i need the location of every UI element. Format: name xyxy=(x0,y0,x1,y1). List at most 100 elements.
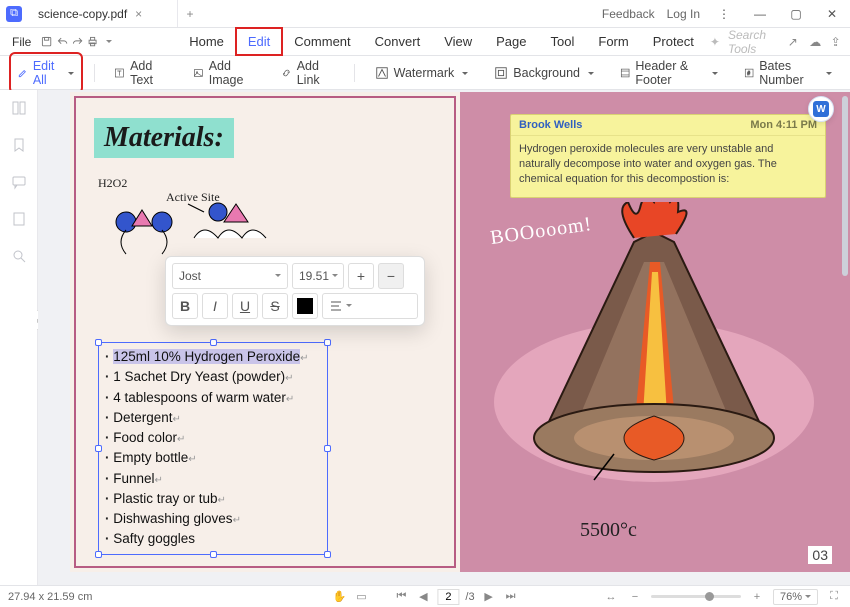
ribbon-tabs: Home Edit Comment Convert View Page Tool… xyxy=(177,28,706,55)
tab-edit[interactable]: Edit xyxy=(236,28,282,55)
thumbnails-icon[interactable] xyxy=(11,100,27,119)
page-left: Materials: H2O2 Active Site xyxy=(70,92,460,572)
open-external-icon[interactable]: ↗ xyxy=(788,35,801,49)
vertical-scrollbar[interactable] xyxy=(842,96,848,276)
minimize-icon[interactable]: — xyxy=(748,3,772,25)
next-page-icon[interactable]: ▶ xyxy=(481,589,497,605)
list-item[interactable]: Plastic tray or tub↵ xyxy=(105,489,321,509)
tab-page[interactable]: Page xyxy=(484,28,538,55)
redo-icon[interactable] xyxy=(72,33,83,51)
document-tab[interactable]: science-copy.pdf × xyxy=(28,0,178,27)
zoom-in-icon[interactable]: + xyxy=(749,589,765,605)
page-current-input[interactable] xyxy=(437,589,459,605)
login-link[interactable]: Log In xyxy=(667,7,700,21)
fit-width-icon[interactable]: ↔ xyxy=(603,589,619,605)
header-footer-button[interactable]: Header & Footer xyxy=(614,55,724,91)
close-window-icon[interactable]: ✕ xyxy=(820,3,844,25)
text-format-popup[interactable]: Jost 19.51 + − B I U S xyxy=(165,256,425,326)
page-right: Brook Wells Mon 4:11 PM Hydrogen peroxid… xyxy=(460,92,850,572)
font-size-select[interactable]: 19.51 xyxy=(292,263,344,289)
tab-protect[interactable]: Protect xyxy=(641,28,706,55)
list-item[interactable]: Empty bottle↵ xyxy=(105,448,321,468)
note-body: Hydrogen peroxide molecules are very uns… xyxy=(511,136,825,197)
list-item[interactable]: 1 Sachet Dry Yeast (powder)↵ xyxy=(105,367,321,387)
list-item[interactable]: Funnel↵ xyxy=(105,469,321,489)
molecule-doodle: H2O2 Active Site xyxy=(98,182,298,262)
tab-convert[interactable]: Convert xyxy=(363,28,433,55)
active-site-label: Active Site xyxy=(166,190,220,205)
app-icon: ⧉ xyxy=(0,0,28,27)
italic-button[interactable]: I xyxy=(202,293,228,319)
add-tab-button[interactable]: + xyxy=(178,0,202,27)
select-tool-icon[interactable]: ▭ xyxy=(353,589,369,605)
hand-tool-icon[interactable]: ✋ xyxy=(331,589,347,605)
search-tools-input[interactable]: Search Tools xyxy=(728,28,780,56)
tab-comment[interactable]: Comment xyxy=(282,28,362,55)
quick-dropdown[interactable] xyxy=(102,33,113,51)
note-author: Brook Wells xyxy=(519,119,582,131)
maximize-icon[interactable]: ▢ xyxy=(784,3,808,25)
convert-word-icon[interactable]: W xyxy=(808,96,834,122)
h2o2-label: H2O2 xyxy=(98,176,127,191)
increase-size-button[interactable]: + xyxy=(348,263,374,289)
list-item[interactable]: Dishwashing gloves↵ xyxy=(105,509,321,529)
comment-panel-icon[interactable] xyxy=(11,174,27,193)
print-icon[interactable] xyxy=(87,33,98,51)
zoom-value: 76% xyxy=(773,589,818,605)
list-item[interactable]: Safty goggles xyxy=(105,529,321,549)
list-item[interactable]: 4 tablespoons of warm water↵ xyxy=(105,388,321,408)
document-area: Materials: H2O2 Active Site xyxy=(38,90,850,585)
tab-tool[interactable]: Tool xyxy=(539,28,587,55)
save-icon[interactable] xyxy=(41,33,52,51)
zoom-out-icon[interactable]: − xyxy=(627,589,643,605)
sticky-note[interactable]: Brook Wells Mon 4:11 PM Hydrogen peroxid… xyxy=(510,114,826,198)
cloud-icon[interactable]: ☁ xyxy=(809,35,822,49)
list-item[interactable]: 125ml 10% Hydrogen Peroxide↵ xyxy=(105,347,321,367)
tab-filename: science-copy.pdf xyxy=(38,7,127,21)
last-page-icon[interactable]: ⏭ xyxy=(503,589,519,605)
list-item[interactable]: Food color↵ xyxy=(105,428,321,448)
add-image-button[interactable]: Add Image xyxy=(187,55,261,91)
first-page-icon[interactable]: ⏮ xyxy=(393,589,409,605)
font-family-select[interactable]: Jost xyxy=(172,263,288,289)
font-color-button[interactable] xyxy=(292,293,318,319)
add-link-button[interactable]: Add Link xyxy=(275,55,340,91)
page-number-label: 03 xyxy=(808,546,832,564)
feedback-link[interactable]: Feedback xyxy=(602,7,655,21)
edit-all-button[interactable]: Edit All xyxy=(12,55,80,91)
bates-number-button[interactable]: #Bates Number xyxy=(738,55,838,91)
bold-button[interactable]: B xyxy=(172,293,198,319)
prev-page-icon[interactable]: ◀ xyxy=(415,589,431,605)
page-dimensions: 27.94 x 21.59 cm xyxy=(8,591,92,603)
title-bar: ⧉ science-copy.pdf × + Feedback Log In ⋮… xyxy=(0,0,850,28)
undo-icon[interactable] xyxy=(57,33,68,51)
svg-text:#: # xyxy=(747,70,750,76)
file-menu[interactable]: File xyxy=(6,31,37,53)
add-text-button[interactable]: Add Text xyxy=(108,55,173,91)
background-button[interactable]: Background xyxy=(488,62,600,84)
bookmark-icon[interactable] xyxy=(11,137,27,156)
tab-form[interactable]: Form xyxy=(586,28,640,55)
fullscreen-icon[interactable]: ⛶ xyxy=(826,589,842,605)
share-icon[interactable]: ⇪ xyxy=(831,35,844,49)
list-item[interactable]: Detergent↵ xyxy=(105,408,321,428)
zoom-slider[interactable] xyxy=(651,595,741,598)
search-panel-icon[interactable] xyxy=(11,248,27,267)
decrease-size-button[interactable]: − xyxy=(378,263,404,289)
attachment-icon[interactable] xyxy=(11,211,27,230)
page-spread: Materials: H2O2 Active Site xyxy=(70,92,850,572)
kebab-icon[interactable]: ⋮ xyxy=(712,3,736,25)
underline-button[interactable]: U xyxy=(232,293,258,319)
status-bar: 27.94 x 21.59 cm ✋ ▭ ⏮ ◀ /3 ▶ ⏭ ↔ − + 76… xyxy=(0,585,850,607)
strike-button[interactable]: S xyxy=(262,293,288,319)
menu-bar: File Home Edit Comment Convert View Page… xyxy=(0,28,850,56)
watermark-button[interactable]: Watermark xyxy=(369,62,475,84)
close-tab-icon[interactable]: × xyxy=(135,7,142,21)
tab-home[interactable]: Home xyxy=(177,28,236,55)
materials-list[interactable]: 125ml 10% Hydrogen Peroxide↵ 1 Sachet Dr… xyxy=(105,347,321,550)
text-align-select[interactable] xyxy=(322,293,418,319)
magic-icon[interactable]: ✦ xyxy=(710,35,720,49)
materials-textbox[interactable]: 125ml 10% Hydrogen Peroxide↵ 1 Sachet Dr… xyxy=(98,342,328,555)
tab-view[interactable]: View xyxy=(432,28,484,55)
temperature-label: 5500°c xyxy=(580,519,637,542)
